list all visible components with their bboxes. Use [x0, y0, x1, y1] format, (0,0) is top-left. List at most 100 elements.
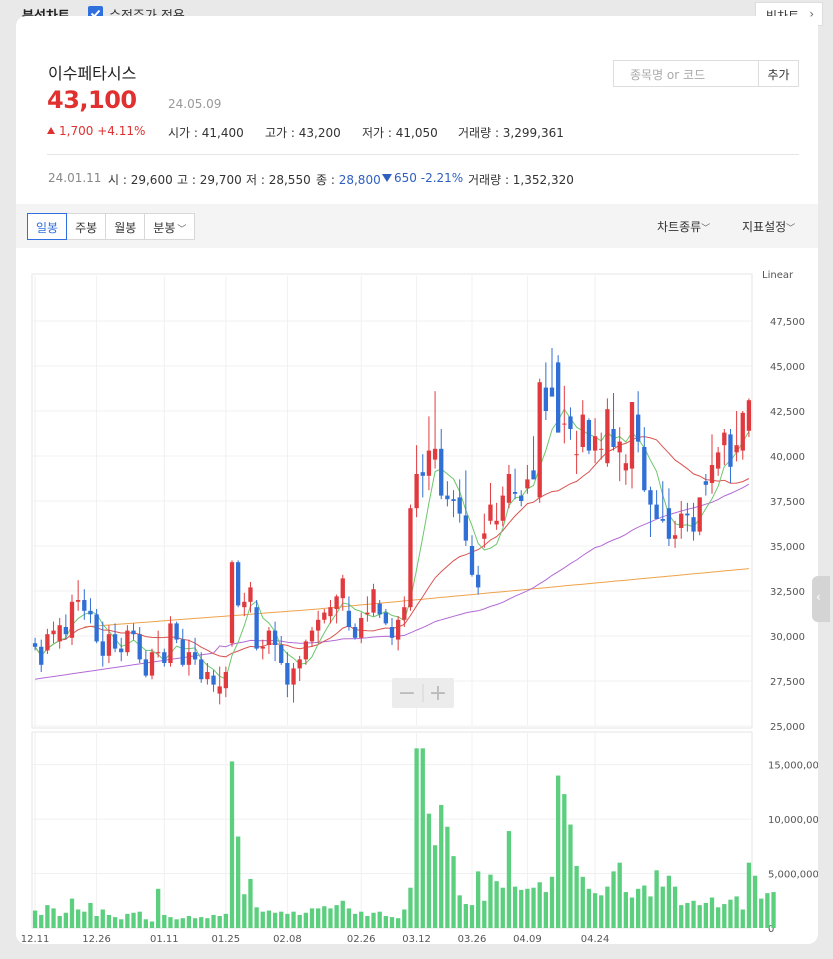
candle-body: [556, 362, 561, 433]
volume-bar: [119, 919, 124, 928]
hover-change-abs: 650: [394, 171, 417, 185]
volume-bar: [396, 918, 401, 928]
candle-body: [562, 423, 567, 425]
candle-body: [605, 409, 610, 464]
candle-body: [476, 574, 481, 588]
price-date: 24.05.09: [168, 97, 222, 111]
candle-body: [125, 630, 130, 653]
candle-body: [543, 387, 548, 411]
open-value: 41,400: [201, 126, 244, 140]
volume-bar: [537, 882, 542, 928]
hover-low: 저 : 28,550: [246, 173, 311, 187]
candle-body: [82, 600, 87, 611]
stock-search-input[interactable]: 종목명 or 코드: [613, 60, 759, 87]
candle-body: [574, 454, 579, 456]
candle-body: [131, 630, 136, 635]
candle-body: [236, 562, 241, 606]
volume-bar: [88, 902, 93, 928]
volume-bar: [617, 862, 622, 928]
volume-bar: [543, 892, 548, 928]
volume-bar: [679, 905, 684, 928]
volume-bar: [100, 909, 105, 928]
volume-bar: [63, 912, 68, 928]
volume-bar: [488, 874, 493, 928]
candle-body: [519, 495, 524, 501]
volume-bar: [217, 916, 222, 928]
volume-bar: [531, 887, 536, 928]
hover-volume-label: 거래량: [468, 173, 502, 187]
volume-bar: [426, 813, 432, 928]
volume-bar: [611, 871, 616, 928]
candle-body: [309, 630, 315, 642]
volume-bar: [359, 911, 364, 928]
candle-body: [162, 652, 167, 663]
x-tick-label: 03.26: [458, 934, 487, 944]
side-panel-toggle[interactable]: ‹: [812, 576, 830, 622]
candle-body: [389, 627, 395, 638]
candle-body: [143, 659, 148, 676]
hover-high-value: 29,700: [199, 173, 242, 187]
volume-bar: [414, 748, 419, 928]
price-tick-label: 35,000: [770, 542, 805, 553]
candle-body: [549, 387, 555, 397]
candle-body: [383, 612, 388, 624]
chart-type-label: 차트종류: [657, 220, 702, 234]
volume-bar: [506, 831, 512, 928]
volume-bar: [199, 917, 204, 928]
candle-body: [316, 619, 321, 631]
chevron-left-icon: ‹: [816, 590, 821, 604]
volume-bar: [57, 916, 62, 928]
volume-bar: [623, 892, 628, 928]
candle-body: [506, 474, 512, 503]
x-tick-label: 01.11: [150, 934, 179, 944]
candle-body: [359, 618, 364, 638]
volume-tick-label: 15,000,000: [768, 761, 818, 772]
tab-daily[interactable]: 일봉: [27, 213, 68, 240]
volume-bar: [242, 894, 247, 928]
volume-bar: [451, 856, 456, 928]
volume-bar: [728, 899, 733, 928]
candle-body: [685, 513, 690, 516]
volume-bar: [334, 905, 339, 928]
candle-body: [149, 652, 155, 676]
candle-body: [457, 497, 462, 514]
volume-bar: [266, 910, 272, 928]
volume-bar: [389, 917, 395, 928]
stock-chart[interactable]: 12.11 12.26 01.11 01.25 02.08 02.26 03.12 03.26…: [16, 248, 818, 944]
volume-bar: [500, 887, 505, 928]
zoom-out-button[interactable]: −: [398, 681, 416, 706]
chart-type-dropdown[interactable]: 차트종류﹀: [657, 218, 710, 235]
volume-bar: [469, 905, 475, 928]
candle-body: [260, 646, 265, 649]
candle-body: [512, 492, 518, 494]
tab-monthly[interactable]: 월봉: [105, 213, 146, 240]
candle-body: [488, 504, 493, 521]
tab-weekly[interactable]: 주봉: [66, 213, 107, 240]
candle-body: [580, 414, 585, 447]
chart-card: 이수페타시스 43,100 24.05.09 1,700 +4.11% 시가 :…: [16, 16, 818, 944]
tab-minute[interactable]: 분봉 ﹀: [144, 213, 196, 240]
x-tick-label: 03.12: [402, 934, 431, 944]
volume-bar: [752, 875, 758, 928]
candle-body: [168, 623, 173, 663]
volume-bar: [697, 905, 702, 928]
volume-bar: [562, 794, 567, 928]
indicator-settings-dropdown[interactable]: 지표설정﹀: [742, 218, 795, 235]
zoom-in-button[interactable]: +: [429, 681, 447, 706]
low-label: 저가: [362, 126, 385, 140]
volume-bar: [316, 908, 321, 928]
volume-bar: [519, 889, 524, 928]
x-tick-label: 04.09: [513, 934, 542, 944]
low-value: 41,050: [395, 126, 438, 140]
candle-body: [328, 607, 333, 617]
volume-bar: [734, 896, 739, 928]
volume-bar: [420, 748, 425, 928]
add-button[interactable]: 추가: [759, 60, 799, 87]
volume-bar: [322, 906, 327, 928]
volume-bar: [740, 909, 745, 928]
candle-body: [205, 672, 210, 680]
volume-bar: [592, 893, 598, 928]
price-tick-label: 40,000: [770, 452, 805, 463]
candle-body: [186, 652, 192, 665]
volume-bar: [76, 909, 81, 928]
